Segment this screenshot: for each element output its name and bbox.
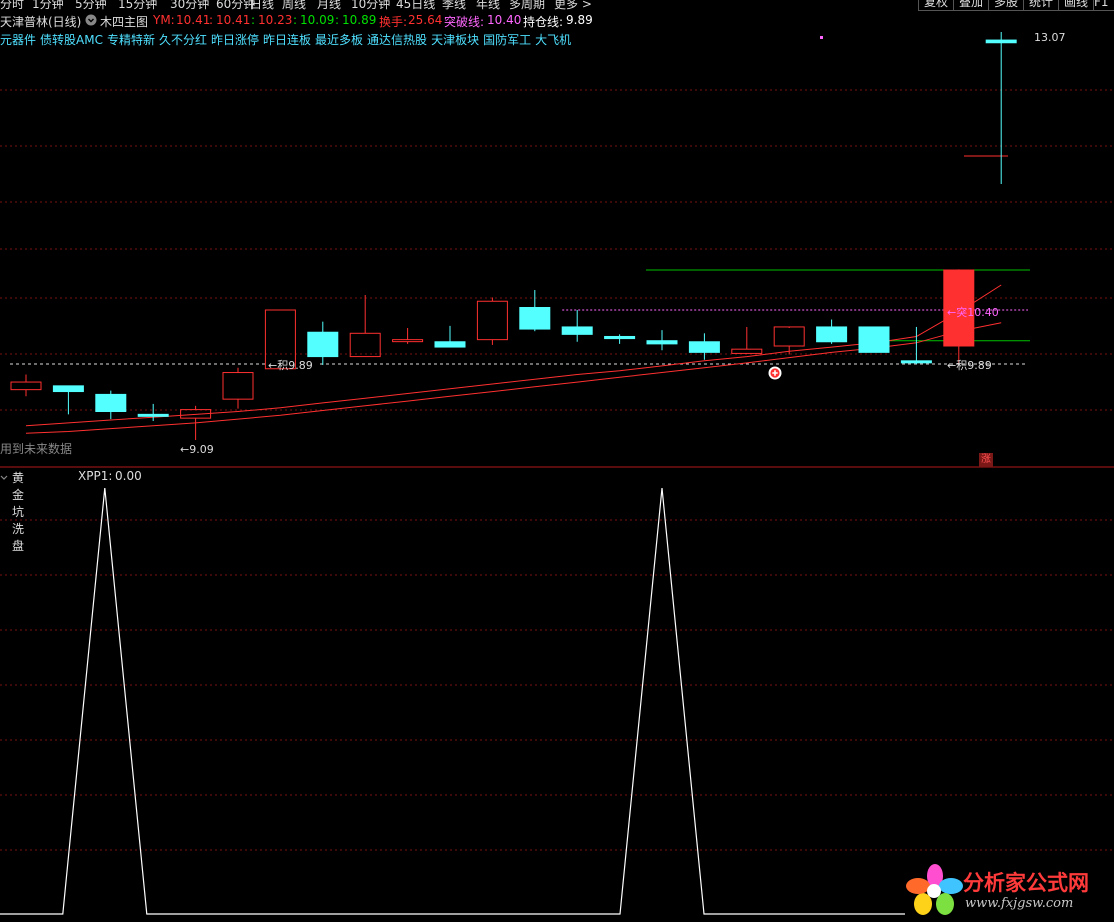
future-data-warning: 用到未来数据 — [0, 442, 73, 456]
buy-signal-icon[interactable] — [768, 366, 782, 380]
candle-body — [731, 348, 763, 354]
candle-body — [349, 332, 381, 358]
candle-body — [688, 341, 720, 353]
candle-body — [519, 307, 551, 330]
candle-body — [10, 381, 42, 391]
logo-url-text: www.fxjgsw.com — [965, 896, 1074, 911]
low-price-label: ←9.09 — [180, 443, 214, 456]
high-price-label: 13.07 — [1034, 31, 1066, 44]
candle-body — [95, 393, 127, 412]
limit-up-badge: 涨 — [979, 453, 993, 467]
collapse-icon[interactable] — [0, 472, 8, 482]
candle-body — [222, 372, 254, 400]
break-mark-label: ←突10.40 — [947, 306, 999, 319]
candle-body — [307, 331, 339, 358]
ma-line-1 — [25, 284, 1002, 427]
candle-body — [52, 385, 84, 393]
candle-body — [604, 335, 636, 340]
candle-body — [646, 340, 678, 345]
marker-dot — [820, 36, 823, 39]
candle-body — [900, 360, 932, 364]
candle-body — [434, 341, 466, 348]
candle-body — [561, 326, 593, 335]
indicator-value: 0.00 — [115, 469, 142, 483]
ma-line-2 — [25, 322, 1002, 434]
brand-logo: 分析家公式网 www.fxjgsw.com — [905, 862, 1105, 918]
candle-body — [392, 339, 424, 343]
candle-body — [137, 413, 169, 417]
candle-body — [476, 300, 508, 341]
hold-mark-left-label: ←积9.89 — [268, 359, 313, 372]
hold-mark-right-label: ←积9.89 — [947, 359, 992, 372]
indicator-label: XPP1: — [78, 469, 113, 483]
indicator-title[interactable]: 黄金坑洗盘 — [12, 469, 24, 554]
logo-brand-text: 分析家公式网 — [963, 871, 1089, 895]
candle-body — [985, 39, 1017, 44]
candle-body — [816, 326, 848, 343]
flower-logo-icon — [906, 864, 963, 915]
candle-body — [858, 326, 890, 353]
chart-canvas[interactable] — [0, 0, 1114, 922]
candle-body — [773, 326, 805, 347]
